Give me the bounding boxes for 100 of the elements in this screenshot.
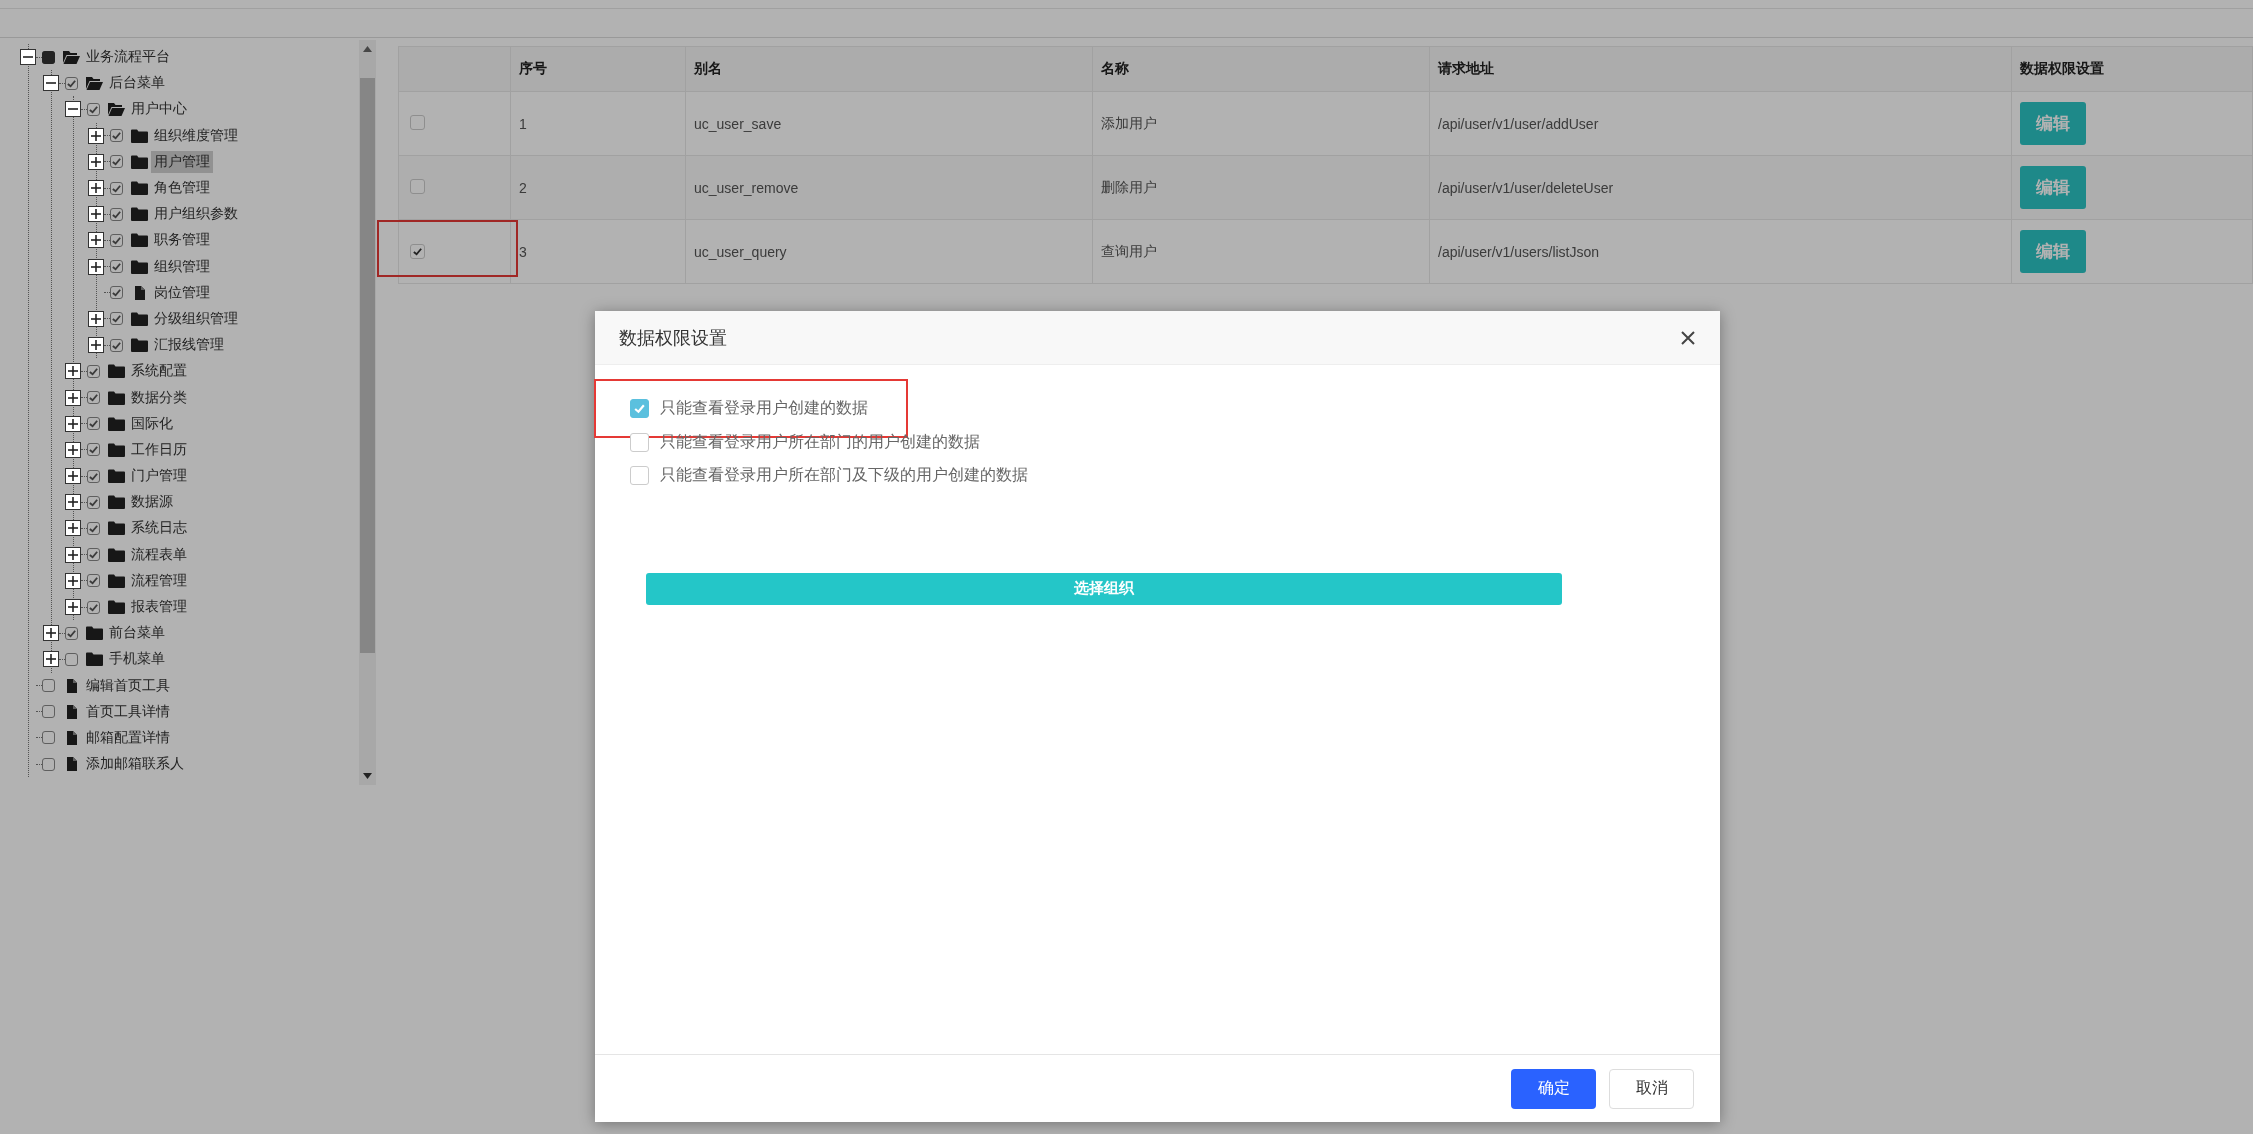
tree-item[interactable]: 报表管理 <box>128 596 190 619</box>
row-checkbox[interactable] <box>410 243 425 259</box>
expand-icon[interactable] <box>65 363 81 380</box>
column-header: 数据权限设置 <box>2011 46 2253 92</box>
tree-item[interactable]: 工作日历 <box>128 438 190 461</box>
tree-checkbox[interactable] <box>42 50 55 64</box>
confirm-button[interactable]: 确定 <box>1511 1068 1596 1109</box>
scrollbar-thumb[interactable] <box>360 78 375 653</box>
tree-item[interactable]: 后台菜单 <box>105 72 168 95</box>
expand-icon[interactable] <box>87 180 104 197</box>
tree-item[interactable]: 组织维度管理 <box>150 124 241 147</box>
tree-item[interactable]: 组织管理 <box>150 255 213 278</box>
tree-checkbox[interactable] <box>109 260 123 274</box>
tree-checkbox[interactable] <box>87 391 100 405</box>
expand-icon[interactable] <box>87 310 104 327</box>
tree-item[interactable]: 编辑首页工具 <box>83 674 173 697</box>
tree-checkbox[interactable] <box>42 731 55 745</box>
tree-checkbox[interactable] <box>109 312 123 326</box>
tree-checkbox[interactable] <box>64 76 78 90</box>
table-cell: 2 <box>510 155 686 220</box>
check-icon <box>88 496 99 508</box>
tree-item[interactable]: 业务流程平台 <box>83 46 173 69</box>
tree-item[interactable]: 邮箱配置详情 <box>83 726 173 749</box>
expand-icon[interactable] <box>65 441 81 458</box>
expand-icon[interactable] <box>65 415 81 432</box>
tree-checkbox[interactable] <box>42 757 55 771</box>
tree-checkbox[interactable] <box>87 495 100 509</box>
cancel-button[interactable]: 取消 <box>1609 1068 1694 1109</box>
collapse-icon[interactable] <box>65 101 81 118</box>
row-checkbox[interactable] <box>410 178 425 194</box>
option-checkbox[interactable] <box>630 399 649 419</box>
tree-item[interactable]: 用户组织参数 <box>150 203 241 226</box>
tree-item[interactable]: 添加邮箱联系人 <box>83 753 187 776</box>
tree-checkbox[interactable] <box>87 417 100 431</box>
tree-item[interactable]: 手机菜单 <box>105 648 168 671</box>
tree-item[interactable]: 汇报线管理 <box>150 334 227 357</box>
expand-icon[interactable] <box>87 153 104 170</box>
tree-checkbox[interactable] <box>87 364 100 378</box>
expand-icon[interactable] <box>42 651 59 668</box>
tree-checkbox[interactable] <box>64 652 78 666</box>
tree-item[interactable]: 数据分类 <box>128 386 190 409</box>
folder-icon <box>108 573 125 588</box>
expand-icon[interactable] <box>87 206 104 223</box>
tree-item[interactable]: 流程表单 <box>128 543 190 566</box>
expand-icon[interactable] <box>42 625 59 642</box>
tree-item[interactable]: 系统日志 <box>128 517 190 540</box>
tree-checkbox[interactable] <box>109 338 123 352</box>
expand-icon[interactable] <box>65 546 81 563</box>
expand-icon[interactable] <box>65 572 81 589</box>
tree-item[interactable]: 职务管理 <box>150 229 213 252</box>
scroll-up-icon[interactable] <box>363 46 372 52</box>
tree-item[interactable]: 数据源 <box>128 491 176 514</box>
expand-icon[interactable] <box>87 232 104 249</box>
expand-icon[interactable] <box>87 337 104 354</box>
tree-checkbox[interactable] <box>109 233 123 247</box>
tree-item[interactable]: 角色管理 <box>150 177 213 200</box>
table-cell: /api/user/v1/user/deleteUser <box>1429 155 2012 220</box>
check-icon <box>110 208 122 220</box>
tree-checkbox[interactable] <box>109 155 123 169</box>
tree-item[interactable]: 岗位管理 <box>150 281 213 304</box>
expand-icon[interactable] <box>65 520 81 537</box>
tree-checkbox[interactable] <box>42 705 55 719</box>
tree-checkbox[interactable] <box>87 600 100 614</box>
tree-item[interactable]: 前台菜单 <box>105 622 168 645</box>
expand-icon[interactable] <box>87 127 104 144</box>
tree-item[interactable]: 门户管理 <box>128 465 190 488</box>
table-cell: 删除用户 <box>1092 155 1430 220</box>
collapse-icon[interactable] <box>42 75 59 92</box>
tree-checkbox[interactable] <box>87 443 100 457</box>
tree-checkbox[interactable] <box>109 181 123 195</box>
table-cell: /api/user/v1/users/listJson <box>1429 219 2012 284</box>
tree-item[interactable]: 系统配置 <box>128 360 190 383</box>
tree-checkbox[interactable] <box>87 469 100 483</box>
expand-icon[interactable] <box>65 468 81 485</box>
expand-icon[interactable] <box>65 389 81 406</box>
tree-checkbox[interactable] <box>109 129 123 143</box>
tree-item[interactable]: 用户中心 <box>128 98 190 121</box>
tree-item[interactable]: 首页工具详情 <box>83 700 173 723</box>
option-checkbox[interactable] <box>630 466 649 486</box>
check-icon <box>88 575 99 587</box>
tree-checkbox[interactable] <box>42 679 55 693</box>
tree-checkbox[interactable] <box>87 521 100 535</box>
expand-icon[interactable] <box>65 599 81 616</box>
tree-checkbox[interactable] <box>64 626 78 640</box>
expand-icon[interactable] <box>65 494 81 511</box>
collapse-icon[interactable] <box>20 49 36 66</box>
tree-checkbox[interactable] <box>109 286 123 300</box>
tree-checkbox[interactable] <box>87 102 100 116</box>
tree-item[interactable]: 分级组织管理 <box>150 307 241 330</box>
option-checkbox[interactable] <box>630 432 649 452</box>
tree-item[interactable]: 用户管理 <box>150 150 213 173</box>
tree-item[interactable]: 流程管理 <box>128 569 190 592</box>
row-checkbox[interactable] <box>410 114 425 130</box>
tree-checkbox[interactable] <box>87 548 100 562</box>
tree-checkbox[interactable] <box>109 207 123 221</box>
tree-checkbox[interactable] <box>87 574 100 588</box>
column-header: 别名 <box>685 46 1093 92</box>
tree-item[interactable]: 国际化 <box>128 412 176 435</box>
scroll-down-icon[interactable] <box>363 773 372 779</box>
expand-icon[interactable] <box>87 258 104 275</box>
